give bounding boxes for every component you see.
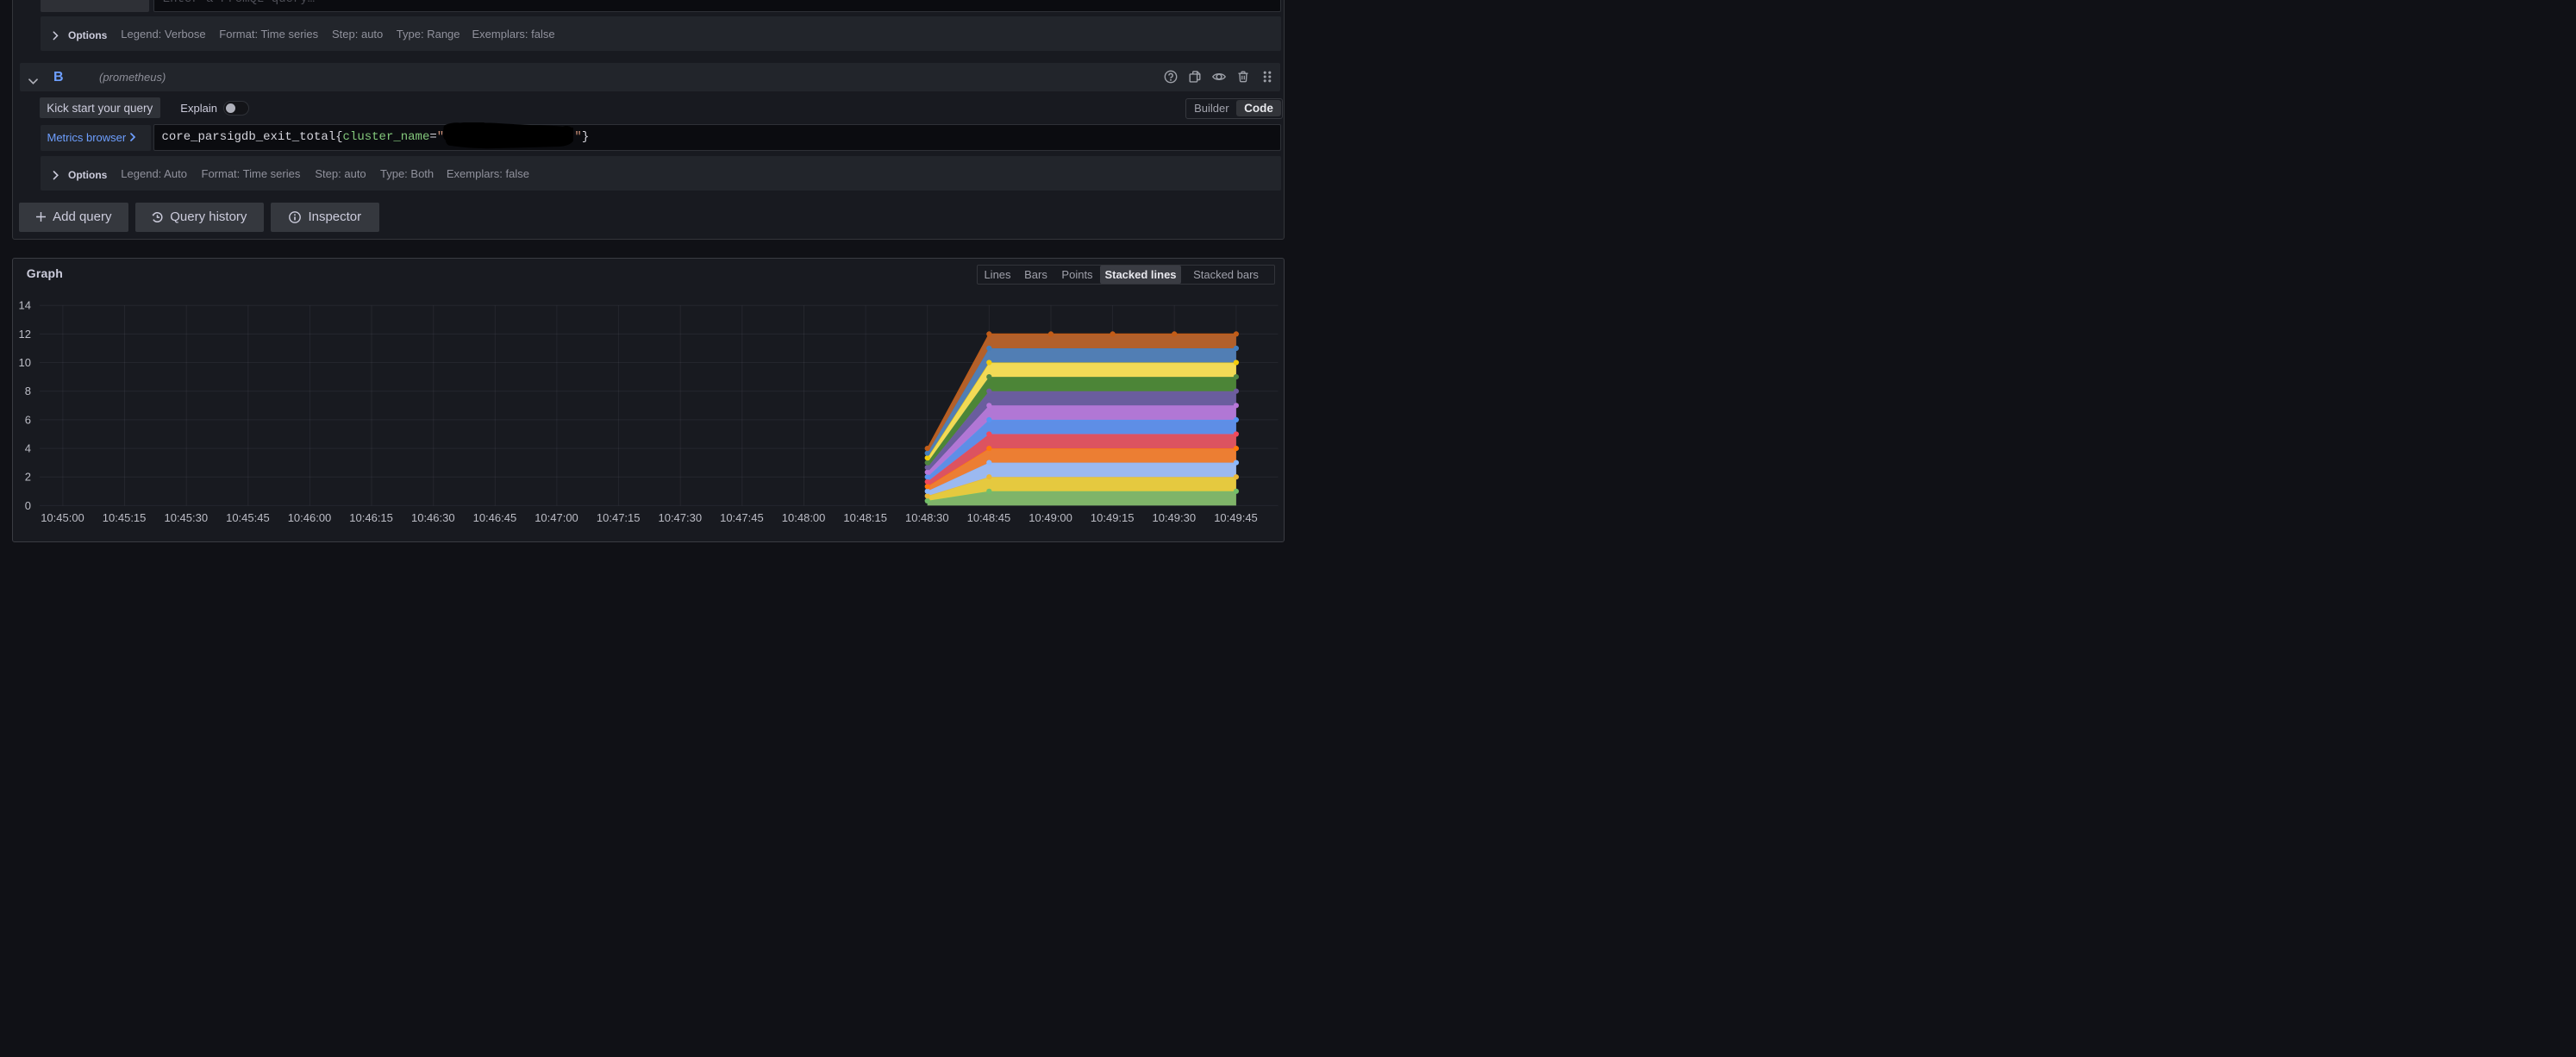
svg-text:10:47:45: 10:47:45: [720, 511, 764, 524]
svg-text:10:49:00: 10:49:00: [1029, 511, 1072, 524]
svg-text:10:46:45: 10:46:45: [473, 511, 517, 524]
svg-text:2: 2: [25, 471, 31, 484]
svg-text:10:46:00: 10:46:00: [288, 511, 332, 524]
svg-text:10:49:45: 10:49:45: [1214, 511, 1258, 524]
svg-text:10:47:30: 10:47:30: [658, 511, 702, 524]
svg-text:12: 12: [19, 328, 31, 341]
svg-text:0: 0: [25, 499, 31, 512]
svg-text:10:48:45: 10:48:45: [967, 511, 1011, 524]
svg-text:10:49:15: 10:49:15: [1091, 511, 1135, 524]
svg-text:10:45:15: 10:45:15: [103, 511, 147, 524]
svg-text:10:47:15: 10:47:15: [597, 511, 641, 524]
svg-text:10:48:30: 10:48:30: [905, 511, 949, 524]
svg-text:10: 10: [19, 356, 31, 369]
svg-text:10:48:15: 10:48:15: [843, 511, 887, 524]
svg-text:10:46:15: 10:46:15: [349, 511, 393, 524]
svg-text:10:47:00: 10:47:00: [535, 511, 578, 524]
svg-text:14: 14: [19, 299, 31, 312]
svg-text:10:46:30: 10:46:30: [411, 511, 455, 524]
svg-text:10:48:00: 10:48:00: [782, 511, 826, 524]
svg-text:10:45:45: 10:45:45: [226, 511, 270, 524]
svg-text:8: 8: [25, 385, 31, 397]
svg-text:10:45:30: 10:45:30: [164, 511, 208, 524]
svg-text:10:45:00: 10:45:00: [41, 511, 84, 524]
svg-text:6: 6: [25, 413, 31, 426]
svg-text:10:49:30: 10:49:30: [1152, 511, 1196, 524]
svg-text:4: 4: [25, 442, 31, 455]
